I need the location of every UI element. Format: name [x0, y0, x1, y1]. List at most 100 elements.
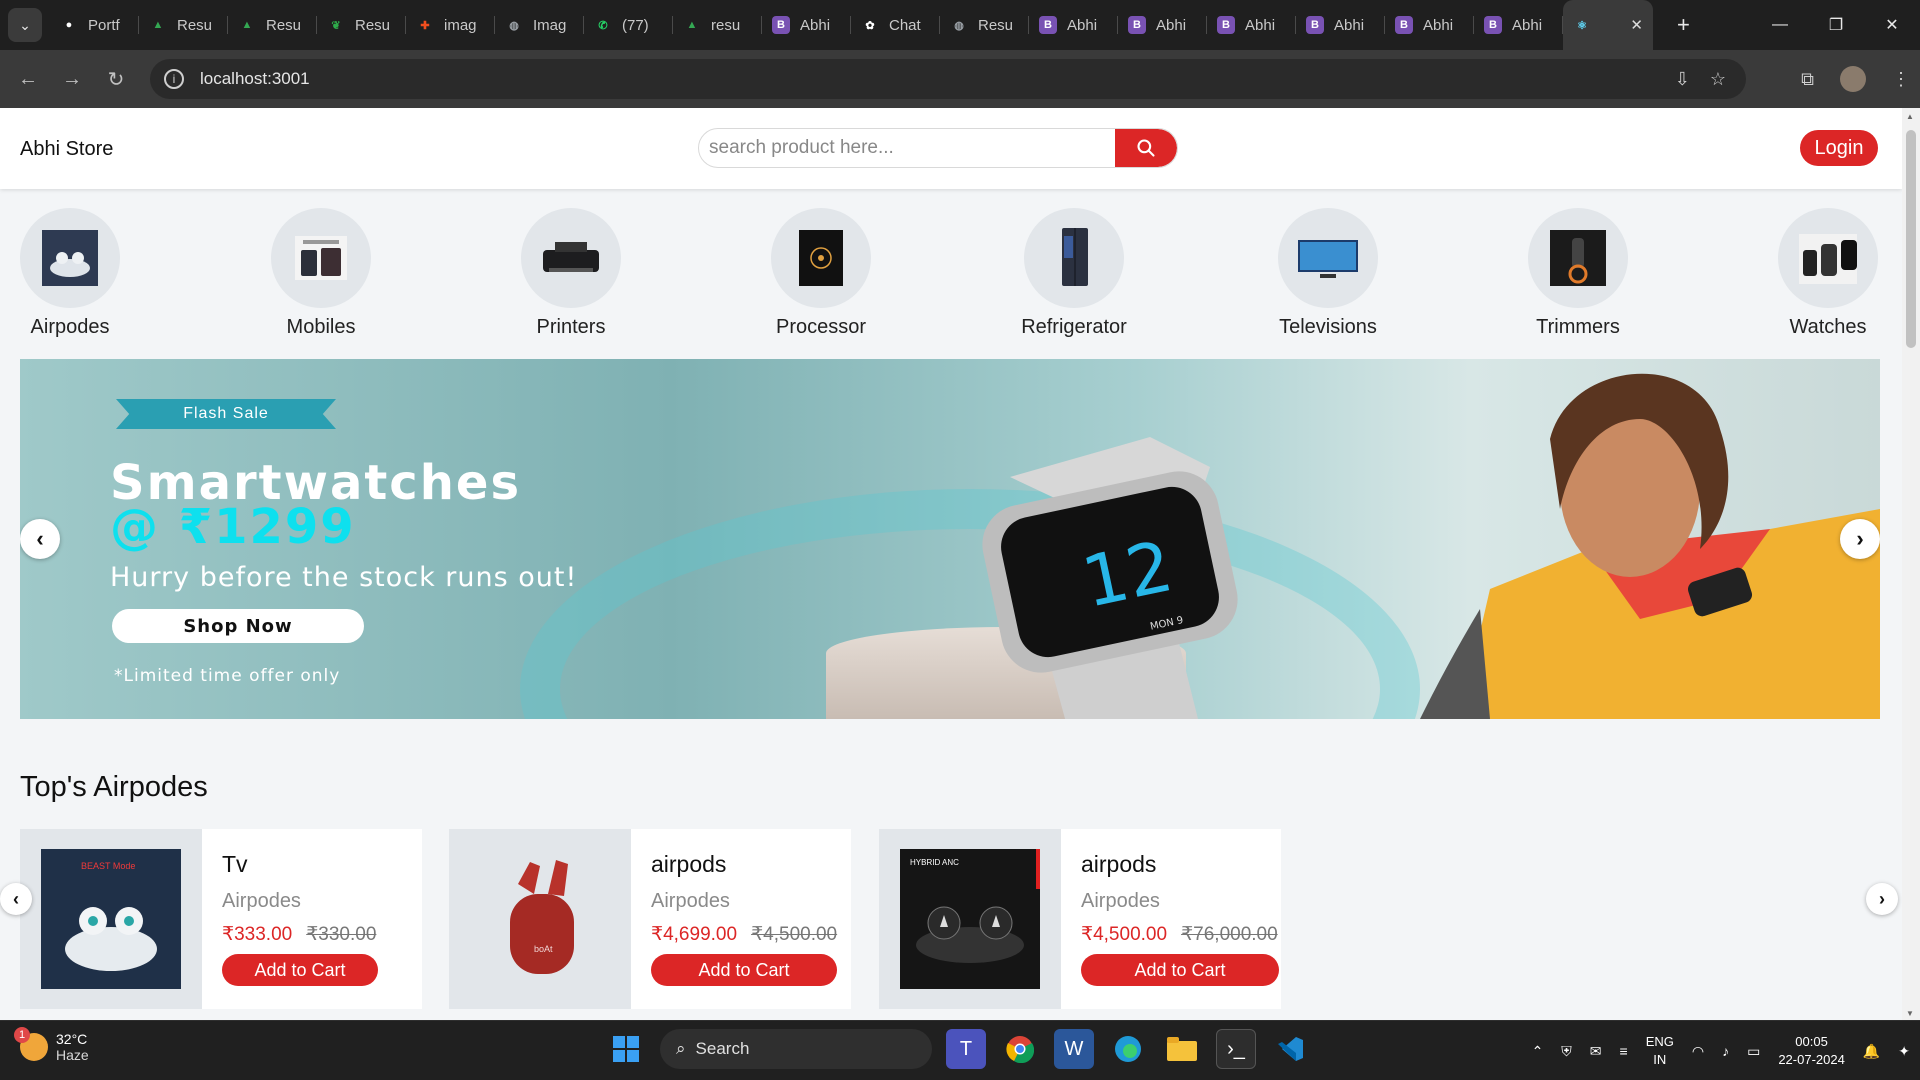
- banner-next-button[interactable]: ›: [1840, 519, 1880, 559]
- product-category: Airpodes: [651, 890, 730, 912]
- browser-tab[interactable]: ▲ resu: [673, 0, 762, 50]
- openai-icon: ✿: [865, 19, 875, 32]
- drive-icon: ▲: [152, 19, 164, 31]
- browser-tab[interactable]: B Abhi: [762, 0, 851, 50]
- bookmark-star-icon[interactable]: ☆: [1710, 69, 1726, 90]
- login-button[interactable]: Login: [1800, 130, 1878, 166]
- tab-title: Abhi: [1067, 16, 1098, 34]
- volume-icon[interactable]: ♪: [1722, 1043, 1729, 1059]
- shop-now-button[interactable]: Shop Now: [112, 609, 364, 643]
- notes-icon[interactable]: ≡: [1620, 1043, 1628, 1059]
- word-icon[interactable]: W: [1054, 1029, 1094, 1069]
- vscode-icon[interactable]: [1270, 1029, 1310, 1069]
- tab-search-button[interactable]: ⌄: [8, 8, 42, 42]
- notification-bell-icon[interactable]: 🔔: [1863, 1043, 1880, 1060]
- browser-tab[interactable]: B Abhi: [1029, 0, 1118, 50]
- product-card[interactable]: HYBRID ANC airpods Airpodes ₹4,500.00 ₹7…: [879, 829, 1281, 1009]
- address-bar[interactable]: i localhost:3001 ⇩ ☆: [150, 59, 1746, 99]
- browser-tab[interactable]: ▲ Resu: [139, 0, 228, 50]
- category-image: [20, 208, 120, 308]
- add-to-cart-button[interactable]: Add to Cart: [1081, 954, 1279, 986]
- tab-title: resu: [711, 16, 741, 34]
- react-icon: ⚛: [1577, 19, 1587, 32]
- taskbar-search[interactable]: ⌕ Search: [660, 1029, 932, 1069]
- store-logo[interactable]: Abhi Store: [20, 138, 113, 161]
- add-to-cart-button[interactable]: Add to Cart: [651, 954, 837, 986]
- wifi-icon[interactable]: ◠: [1692, 1043, 1704, 1060]
- category-item-airpodes[interactable]: Airpodes: [5, 208, 135, 339]
- smartwatch-image: 12 MON 9: [982, 437, 1238, 719]
- close-tab-icon[interactable]: ✕: [1630, 16, 1643, 34]
- browser-tab-active[interactable]: ⚛ ✕: [1563, 0, 1653, 50]
- browser-tab[interactable]: B Abhi: [1118, 0, 1207, 50]
- defender-icon[interactable]: ⛨: [1561, 1043, 1572, 1060]
- products-prev-button[interactable]: ‹: [0, 883, 32, 915]
- drive-icon: ▲: [241, 19, 253, 31]
- weather-widget[interactable]: 1 32°C Haze: [14, 1027, 89, 1063]
- gmail-icon[interactable]: ✉: [1590, 1043, 1602, 1060]
- site-info-icon[interactable]: i: [164, 69, 184, 89]
- browser-tab[interactable]: B Abhi: [1474, 0, 1563, 50]
- add-to-cart-button[interactable]: Add to Cart: [222, 954, 378, 986]
- tab-title: Abhi: [1512, 16, 1543, 34]
- products-next-button[interactable]: ›: [1866, 883, 1898, 915]
- browser-tab[interactable]: ● Portf: [50, 0, 139, 50]
- close-window-button[interactable]: ✕: [1864, 0, 1920, 50]
- browser-tab[interactable]: ◍ Imag: [495, 0, 584, 50]
- browser-tab[interactable]: B Abhi: [1296, 0, 1385, 50]
- scroll-down-icon[interactable]: ▼: [1906, 1009, 1914, 1018]
- section-title: Top's Airpodes: [20, 771, 208, 803]
- file-explorer-icon[interactable]: [1162, 1029, 1202, 1069]
- product-card[interactable]: boAt airpods Airpodes ₹4,699.00 ₹4,500.0…: [449, 829, 851, 1009]
- chevron-up-icon[interactable]: ⌃: [1532, 1043, 1544, 1060]
- search-button[interactable]: [1115, 129, 1177, 167]
- reload-icon[interactable]: ↻: [94, 67, 138, 92]
- banner-price: @ ₹1299: [110, 499, 356, 555]
- browser-tab[interactable]: ❦ Resu: [317, 0, 406, 50]
- category-label: Printers: [536, 316, 606, 338]
- browser-tab[interactable]: B Abhi: [1207, 0, 1296, 50]
- category-item-trimmers[interactable]: Trimmers: [1513, 208, 1643, 339]
- browser-tab[interactable]: ✿ Chat: [851, 0, 940, 50]
- category-label: Televisions: [1279, 316, 1377, 338]
- back-icon[interactable]: ←: [6, 68, 50, 91]
- category-item-printers[interactable]: Printers: [506, 208, 636, 339]
- category-item-mobiles[interactable]: Mobiles: [256, 208, 386, 339]
- terminal-icon[interactable]: ›_: [1216, 1029, 1256, 1069]
- product-card[interactable]: BEAST Mode Tv Airpodes ₹333.00 ₹330.00 A…: [20, 829, 422, 1009]
- restore-button[interactable]: ❐: [1808, 0, 1864, 50]
- scrollbar-thumb[interactable]: [1906, 130, 1916, 348]
- extensions-icon[interactable]: ⧉: [1801, 69, 1814, 90]
- category-item-televisions[interactable]: Televisions: [1263, 208, 1393, 339]
- browser-tab[interactable]: ▲ Resu: [228, 0, 317, 50]
- minimize-button[interactable]: —: [1752, 0, 1808, 50]
- teams-icon[interactable]: T: [946, 1029, 986, 1069]
- browser-tab[interactable]: B Abhi: [1385, 0, 1474, 50]
- clock[interactable]: 00:05 22-07-2024: [1778, 1033, 1845, 1069]
- browser-tab[interactable]: ✚ imag: [406, 0, 495, 50]
- chrome-icon[interactable]: [1000, 1029, 1040, 1069]
- profile-avatar[interactable]: [1840, 66, 1866, 92]
- page-scrollbar[interactable]: ▲ ▼: [1902, 108, 1920, 1020]
- copilot-icon[interactable]: ✦: [1898, 1043, 1910, 1060]
- hero-banner[interactable]: Flash Sale Smartwatches @ ₹1299 Hurry be…: [20, 359, 1880, 719]
- edge-icon[interactable]: [1108, 1029, 1148, 1069]
- category-item-watches[interactable]: Watches: [1763, 208, 1893, 339]
- new-tab-button[interactable]: +: [1677, 12, 1690, 38]
- banner-prev-button[interactable]: ‹: [20, 519, 60, 559]
- search-input[interactable]: [699, 129, 1115, 167]
- browser-menu-icon[interactable]: ⋮: [1892, 69, 1910, 90]
- forward-icon[interactable]: →: [50, 68, 94, 91]
- language-indicator[interactable]: ENG IN: [1646, 1033, 1674, 1069]
- flash-sale-tag: Flash Sale: [116, 399, 336, 429]
- bootstrap-icon: B: [1039, 16, 1057, 34]
- battery-icon[interactable]: ▭: [1747, 1043, 1760, 1060]
- scroll-up-icon[interactable]: ▲: [1906, 112, 1914, 121]
- install-app-icon[interactable]: ⇩: [1675, 69, 1690, 90]
- browser-tab[interactable]: ✆ (77): [584, 0, 673, 50]
- browser-tab[interactable]: ◍ Resu: [940, 0, 1029, 50]
- product-name: airpods: [651, 851, 727, 877]
- category-item-processor[interactable]: Processor: [756, 208, 886, 339]
- category-item-refrigerator[interactable]: Refrigerator: [1009, 208, 1139, 339]
- windows-start-icon[interactable]: [606, 1029, 646, 1069]
